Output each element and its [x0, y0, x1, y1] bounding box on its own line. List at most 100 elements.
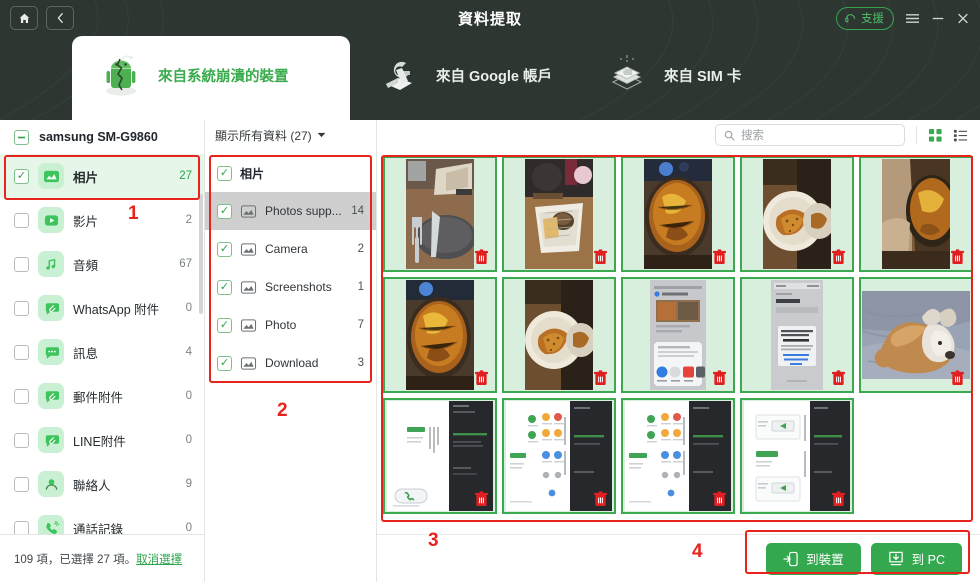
folder-checkbox[interactable]: ✓ [217, 241, 232, 257]
sidebar-item-label: 郵件附件 [73, 390, 124, 405]
back-button[interactable] [46, 6, 74, 30]
mail-attachment-icon [38, 383, 64, 409]
thumbnail-item[interactable] [502, 398, 616, 514]
folder-filter-dropdown[interactable]: 顯示所有資料 (27) [205, 120, 376, 150]
thumbnail-item[interactable] [621, 156, 735, 272]
list-view-icon[interactable] [953, 128, 968, 143]
trash-icon[interactable] [831, 370, 846, 386]
thumbnail-item[interactable] [859, 156, 973, 272]
sidebar-item-contacts[interactable]: 聯絡人 9 [0, 462, 204, 506]
sidebar-item-checkbox[interactable] [14, 300, 29, 316]
thumbnail-item[interactable] [383, 398, 497, 514]
thumbnail-item[interactable] [383, 156, 497, 272]
sidebar-item-videos[interactable]: 影片 2 [0, 198, 204, 242]
thumbnail-item[interactable] [621, 398, 735, 514]
page-title: 資料提取 [457, 10, 522, 28]
deselect-all-link[interactable]: 取消選擇 [136, 551, 182, 567]
sidebar-item-mail-attachments[interactable]: 郵件附件 0 [0, 374, 204, 418]
thumbnail-item[interactable] [502, 277, 616, 393]
sidebar-item-count: 67 [179, 258, 192, 270]
to-device-button[interactable]: 到裝置 [766, 542, 861, 575]
sidebar-item-checkbox[interactable] [14, 432, 29, 448]
photo-pan-dish-2 [882, 159, 950, 269]
sidebar-item-checkbox[interactable] [14, 256, 29, 272]
sidebar-item-photos[interactable]: ✓ 相片 27 [0, 154, 204, 198]
folder-row[interactable]: ✓ Photos supp... 14 [205, 192, 376, 230]
broken-android-icon [98, 52, 144, 98]
folder-checkbox[interactable]: ✓ [217, 355, 232, 371]
trash-icon[interactable] [474, 370, 489, 386]
sidebar-item-checkbox[interactable] [14, 520, 29, 534]
to-pc-button[interactable]: 到 PC [870, 542, 962, 575]
audio-icon [38, 251, 64, 277]
trash-icon[interactable] [474, 491, 489, 507]
sidebar-item-whatsapp-attachments[interactable]: WhatsApp 附件 0 [0, 286, 204, 330]
selection-status-bar: 109 項，已選擇 27 項。 取消選擇 [0, 534, 204, 582]
tab-crashed-device[interactable]: 來自系統崩潰的裝置 [72, 36, 350, 120]
message-icon [38, 339, 64, 365]
thumbnail-item[interactable] [383, 277, 497, 393]
sidebar: samsung SM-G9860 ✓ 相片 27 影片 2 音頻 67 What… [0, 120, 205, 582]
support-button[interactable]: 支援 [836, 6, 894, 30]
trash-icon[interactable] [831, 249, 846, 265]
folder-checkbox[interactable]: ✓ [217, 279, 232, 295]
download-to-pc-icon [888, 551, 903, 565]
folder-row[interactable]: ✓ Screenshots 1 [205, 268, 376, 306]
sidebar-scrollbar[interactable] [199, 194, 203, 314]
sidebar-item-label: 聯絡人 [73, 478, 111, 493]
folder-row[interactable]: ✓ Camera 2 [205, 230, 376, 268]
trash-icon[interactable] [712, 370, 727, 386]
folder-checkbox[interactable]: ✓ [217, 317, 232, 333]
sidebar-item-label: 相片 [73, 170, 99, 185]
folder-name: Screenshots [265, 280, 332, 294]
sidebar-item-line-attachments[interactable]: LINE附件 0 [0, 418, 204, 462]
sidebar-item-label: LINE附件 [73, 434, 126, 449]
trash-icon[interactable] [593, 249, 608, 265]
folder-row[interactable]: ✓ 相片 [205, 154, 376, 192]
contacts-icon [38, 471, 64, 497]
search-input[interactable]: 搜索 [715, 124, 905, 146]
thumbnail-item[interactable] [740, 398, 854, 514]
thumbnail-item[interactable] [740, 156, 854, 272]
thumbnail-item[interactable] [621, 277, 735, 393]
sidebar-item-checkbox[interactable] [14, 476, 29, 492]
trash-icon[interactable] [950, 249, 965, 265]
trash-icon[interactable] [593, 491, 608, 507]
sidebar-item-checkbox[interactable] [14, 344, 29, 360]
close-icon[interactable] [956, 12, 970, 25]
folder-count: 2 [357, 243, 364, 255]
video-icon [38, 207, 64, 233]
folder-row[interactable]: ✓ Download 3 [205, 344, 376, 382]
sidebar-item-count: 0 [185, 522, 192, 534]
grid-view-icon[interactable] [928, 128, 943, 143]
tab-google-account[interactable]: 來自 Google 帳戶 [350, 36, 578, 120]
device-checkbox[interactable] [14, 129, 29, 145]
trash-icon[interactable] [474, 249, 489, 265]
trash-icon[interactable] [712, 249, 727, 265]
tab-sim-card[interactable]: 來自 SIM 卡 [578, 36, 767, 120]
minimize-icon[interactable] [931, 12, 945, 25]
to-pc-label: 到 PC [911, 553, 945, 567]
sim-card-icon [604, 52, 650, 98]
trash-icon[interactable] [950, 370, 965, 386]
selection-status-text: 109 項，已選擇 27 項。 [14, 553, 137, 566]
folder-name: 相片 [240, 166, 265, 181]
folder-checkbox[interactable]: ✓ [217, 203, 232, 219]
home-button[interactable] [10, 6, 38, 30]
device-row[interactable]: samsung SM-G9860 [0, 120, 204, 154]
sidebar-item-checkbox[interactable]: ✓ [14, 168, 29, 184]
trash-icon[interactable] [712, 491, 727, 507]
sidebar-item-messages[interactable]: 訊息 4 [0, 330, 204, 374]
sidebar-item-audio[interactable]: 音頻 67 [0, 242, 204, 286]
thumbnail-item[interactable] [502, 156, 616, 272]
thumbnail-item[interactable] [740, 277, 854, 393]
thumbnail-item[interactable] [859, 277, 973, 393]
trash-icon[interactable] [593, 370, 608, 386]
folder-row[interactable]: ✓ Photo 7 [205, 306, 376, 344]
folder-checkbox[interactable]: ✓ [217, 165, 232, 181]
sidebar-item-call-log[interactable]: 通話記錄 0 [0, 506, 204, 534]
trash-icon[interactable] [831, 491, 846, 507]
hamburger-menu-icon[interactable] [905, 12, 920, 25]
sidebar-item-checkbox[interactable] [14, 388, 29, 404]
sidebar-item-checkbox[interactable] [14, 212, 29, 228]
